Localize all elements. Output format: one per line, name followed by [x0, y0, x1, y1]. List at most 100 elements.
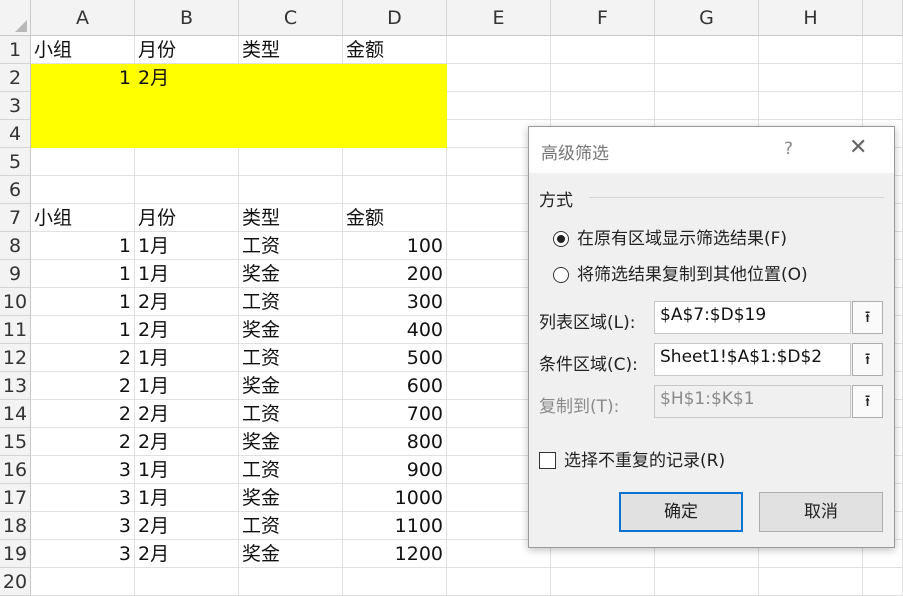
close-icon[interactable]: ✕ [849, 135, 867, 160]
cancel-button[interactable]: 取消 [759, 492, 883, 532]
cell[interactable]: 1月 [135, 372, 239, 400]
cell[interactable]: 1 [31, 316, 135, 344]
row-header-19[interactable]: 19 [0, 540, 31, 568]
cell[interactable]: 400 [343, 316, 447, 344]
cell[interactable]: 100 [343, 232, 447, 260]
cell[interactable]: 金额 [343, 204, 447, 232]
cell[interactable] [135, 176, 239, 204]
cell[interactable]: 2 [31, 372, 135, 400]
row-header-13[interactable]: 13 [0, 372, 31, 400]
cell[interactable]: 1000 [343, 484, 447, 512]
cell[interactable]: 小组 [31, 36, 135, 64]
cell[interactable]: 300 [343, 288, 447, 316]
cell[interactable] [863, 36, 903, 64]
cell[interactable]: 2月 [135, 316, 239, 344]
cell[interactable]: 1月 [135, 232, 239, 260]
cell[interactable] [551, 92, 655, 120]
criteria-range-input[interactable]: Sheet1!$A$1:$D$2 [654, 343, 851, 376]
cell[interactable] [447, 64, 551, 92]
unique-records-checkbox[interactable]: 选择不重复的记录(R) [539, 446, 725, 471]
cell[interactable]: 3 [31, 456, 135, 484]
collapse-range-icon[interactable]: ⭱ [852, 343, 883, 376]
cell[interactable] [759, 36, 863, 64]
row-header-11[interactable]: 11 [0, 316, 31, 344]
list-range-input[interactable]: $A$7:$D$19 [654, 301, 851, 334]
cell[interactable]: 900 [343, 456, 447, 484]
cell[interactable]: 奖金 [239, 484, 343, 512]
column-header-a[interactable]: A [31, 0, 135, 36]
cell[interactable] [655, 64, 759, 92]
row-header-15[interactable]: 15 [0, 428, 31, 456]
cell[interactable]: 1100 [343, 512, 447, 540]
cell[interactable] [239, 568, 343, 596]
cell[interactable]: 1 [31, 64, 135, 92]
column-header-b[interactable]: B [135, 0, 239, 36]
cell[interactable] [343, 148, 447, 176]
cell[interactable] [343, 64, 447, 92]
row-header-5[interactable]: 5 [0, 148, 31, 176]
cell[interactable]: 1月 [135, 260, 239, 288]
cell[interactable]: 金额 [343, 36, 447, 64]
cell[interactable] [447, 568, 551, 596]
help-button[interactable]: ? [784, 139, 793, 159]
cell[interactable] [31, 568, 135, 596]
row-header-1[interactable]: 1 [0, 36, 31, 64]
cell[interactable] [135, 92, 239, 120]
cell[interactable]: 2月 [135, 540, 239, 568]
cell[interactable] [551, 36, 655, 64]
row-header-4[interactable]: 4 [0, 120, 31, 148]
select-all-corner[interactable] [0, 0, 31, 36]
cell[interactable] [135, 568, 239, 596]
row-header-10[interactable]: 10 [0, 288, 31, 316]
cell[interactable]: 工资 [239, 400, 343, 428]
row-header-3[interactable]: 3 [0, 92, 31, 120]
cell[interactable] [655, 36, 759, 64]
cell[interactable]: 月份 [135, 204, 239, 232]
cell[interactable]: 2 [31, 344, 135, 372]
cell[interactable] [31, 176, 135, 204]
row-header-18[interactable]: 18 [0, 512, 31, 540]
column-header-c[interactable]: C [239, 0, 343, 36]
cell[interactable] [551, 64, 655, 92]
cell[interactable] [343, 120, 447, 148]
cell[interactable]: 2 [31, 400, 135, 428]
cell[interactable]: 2月 [135, 428, 239, 456]
column-header-f[interactable]: F [551, 0, 655, 36]
cell[interactable]: 1 [31, 260, 135, 288]
cell[interactable] [863, 92, 903, 120]
column-header-d[interactable]: D [343, 0, 447, 36]
cell[interactable]: 类型 [239, 204, 343, 232]
cell[interactable]: 奖金 [239, 540, 343, 568]
cell[interactable] [551, 568, 655, 596]
cell[interactable]: 1 [31, 232, 135, 260]
cell[interactable]: 1月 [135, 456, 239, 484]
cell[interactable]: 1200 [343, 540, 447, 568]
cell[interactable]: 奖金 [239, 260, 343, 288]
cell[interactable] [343, 176, 447, 204]
cell[interactable]: 工资 [239, 456, 343, 484]
cell[interactable] [447, 36, 551, 64]
cell[interactable]: 月份 [135, 36, 239, 64]
cell[interactable] [447, 92, 551, 120]
column-header-g[interactable]: G [655, 0, 759, 36]
cell[interactable]: 3 [31, 512, 135, 540]
cell[interactable]: 类型 [239, 36, 343, 64]
row-header-9[interactable]: 9 [0, 260, 31, 288]
cell[interactable] [863, 568, 903, 596]
ok-button[interactable]: 确定 [619, 492, 743, 532]
cell[interactable] [135, 120, 239, 148]
cell[interactable]: 500 [343, 344, 447, 372]
cell[interactable]: 1 [31, 288, 135, 316]
cell[interactable] [863, 64, 903, 92]
row-header-16[interactable]: 16 [0, 456, 31, 484]
cell[interactable]: 奖金 [239, 316, 343, 344]
cell[interactable]: 800 [343, 428, 447, 456]
cell[interactable]: 工资 [239, 344, 343, 372]
collapse-range-icon[interactable]: ⭱ [852, 301, 883, 334]
cell[interactable]: 600 [343, 372, 447, 400]
cell[interactable]: 700 [343, 400, 447, 428]
cell[interactable]: 2月 [135, 288, 239, 316]
cell[interactable] [343, 568, 447, 596]
row-header-20[interactable]: 20 [0, 568, 31, 596]
cell[interactable]: 2月 [135, 512, 239, 540]
